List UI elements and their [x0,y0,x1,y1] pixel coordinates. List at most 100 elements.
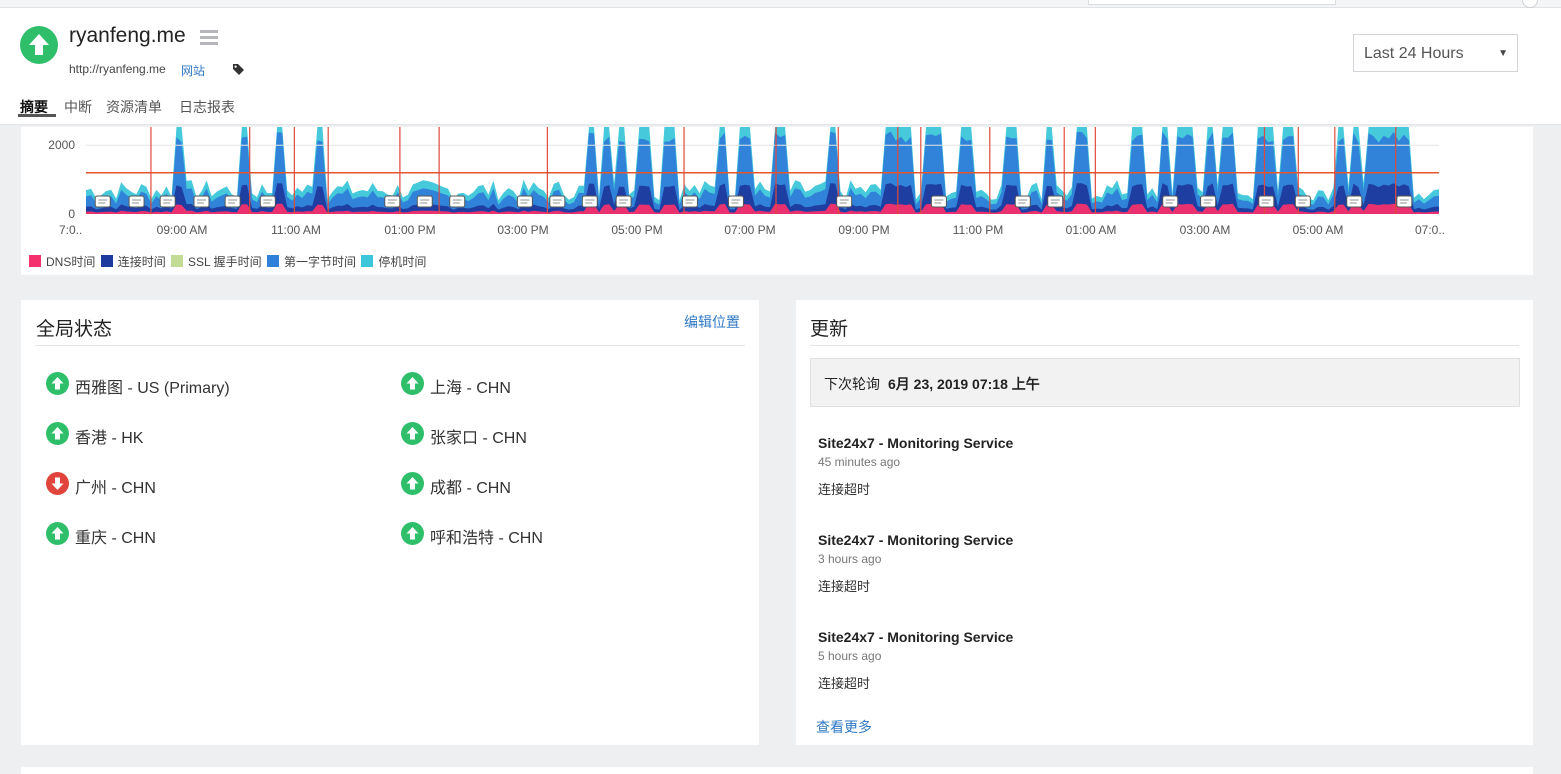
update-title[interactable]: Site24x7 - Monitoring Service [818,629,1013,645]
update-time: 3 hours ago [818,552,882,566]
annotation-note-icon [727,195,744,208]
tag-icon[interactable] [232,63,245,76]
site-url: http://ryanfeng.me [69,62,166,76]
active-tab-indicator [18,114,56,117]
annotation-note-icon [549,195,566,208]
annotation-note-icon [1396,195,1413,208]
annotation-note-icon [224,195,241,208]
legend-label: 连接时间 [117,255,166,269]
legend-swatch [266,255,279,267]
search-input[interactable] [1088,0,1336,5]
location-name: 呼和浩特 - CHN [430,530,543,547]
xtick-label: 07:00 PM [724,223,775,237]
status-up-icon [46,372,69,395]
annotation-note-icon [193,195,210,208]
annotation-note-icon [416,195,433,208]
annotation-note-icon [1014,195,1031,208]
update-title[interactable]: Site24x7 - Monitoring Service [818,435,1013,451]
global-status-title: 全局状态 [36,319,113,340]
annotation-note-icon [930,195,947,208]
legend-swatch [29,255,41,267]
status-up-icon [20,26,58,64]
xtick-label: 11:00 PM [953,223,1003,237]
view-more-link[interactable]: 查看更多 [816,717,872,737]
legend-item-dns[interactable]: DNS时间 [29,253,95,270]
time-range-value: Last 24 Hours [1364,45,1464,62]
annotation-note-icon [1346,195,1363,208]
update-message: 连接超时 [818,676,871,691]
update-time: 5 hours ago [818,649,882,663]
xtick-label: 05:00 PM [611,223,662,237]
xtick-label: 03:00 AM [1180,223,1231,237]
next-panel [21,767,1533,774]
site-type-link[interactable]: 网站 [181,62,205,79]
xtick-label: 05:00 AM [1293,223,1344,237]
location-name: 广州 - CHN [75,480,156,497]
xtick-label: 7:0.. [59,223,82,237]
status-up-icon [401,372,424,395]
location-name: 成都 - CHN [430,480,511,497]
menu-icon[interactable] [200,30,218,45]
legend-item-connect[interactable]: 连接时间 [100,253,166,270]
annotation-note-icon [516,195,533,208]
legend-item-downtime[interactable]: 停机时间 [361,253,426,270]
xtick-label: 09:00 AM [157,223,208,237]
next-poll-time: 6月 23, 2019 07:18 上午 [888,376,1040,392]
location-name: 张家口 - CHN [430,430,527,447]
top-strip [0,0,1561,8]
xtick-label: 09:00 PM [838,223,889,237]
global-status-panel: 全局状态 编辑位置 西雅图 - US (Primary) 上海 - CHN 香港… [21,300,759,745]
legend-item-first-byte[interactable]: 第一字节时间 [266,253,356,270]
legend-swatch [100,255,113,267]
annotation-note-icon [681,195,698,208]
annotation-note-icon [94,195,111,208]
legend-item-ssl[interactable]: SSL 握手时间 [171,253,262,270]
annotation-note-icon [1200,195,1217,208]
annotation-note-icon [159,195,176,208]
annotation-note-icon [836,195,853,208]
next-poll-box: 下次轮询 6月 23, 2019 07:18 上午 [810,358,1520,407]
user-avatar[interactable] [1522,0,1538,8]
annotation-note-icon [259,195,276,208]
annotation-note-icon [128,195,145,208]
xtick-label: 01:00 PM [384,223,435,237]
status-up-icon [401,472,424,495]
status-up-icon [46,422,69,445]
legend-label: 停机时间 [378,255,427,269]
ytick-label: 0 [68,207,75,221]
update-message: 连接超时 [818,579,871,594]
tab-inventory[interactable]: 资源清单 [106,97,162,117]
xtick-label: 01:00 AM [1066,223,1117,237]
chart-legend: DNS时间 连接时间 SSL 握手时间 第一字节时间 停机时间 [29,253,428,269]
xtick-label: 03:00 PM [497,223,548,237]
location-name: 香港 - HK [75,430,144,447]
monitor-header: ryanfeng.me http://ryanfeng.me 网站 摘要 中断 … [0,8,1561,124]
update-message: 连接超时 [818,482,871,497]
tab-outages[interactable]: 中断 [64,97,92,117]
status-up-icon [46,522,69,545]
status-up-icon [401,422,424,445]
tab-log-report[interactable]: 日志报表 [179,97,235,117]
status-up-icon [401,522,424,545]
xtick-label: 11:00 AM [271,223,321,237]
annotation-note-icon [581,195,598,208]
annotation-note-icon [615,195,632,208]
update-title[interactable]: Site24x7 - Monitoring Service [818,532,1013,548]
status-down-icon [46,472,69,495]
next-poll-label: 下次轮询 [824,376,880,392]
legend-swatch [171,255,184,267]
edit-locations-link[interactable]: 编辑位置 [684,312,740,332]
annotation-note-icon [1294,195,1311,208]
ytick-label: 2000 [48,138,75,152]
xtick-label: 07:0.. [1415,223,1445,237]
site-title: ryanfeng.me [69,24,186,47]
legend-label: SSL 握手时间 [188,255,262,269]
divider [810,345,1519,346]
legend-label: DNS时间 [46,255,96,269]
annotation-note-icon [449,195,466,208]
location-name: 西雅图 - US (Primary) [75,380,230,397]
time-range-select[interactable]: Last 24 Hours ▼ [1353,34,1518,72]
location-name: 重庆 - CHN [75,530,156,547]
legend-swatch [361,255,374,267]
updates-title: 更新 [810,319,849,340]
